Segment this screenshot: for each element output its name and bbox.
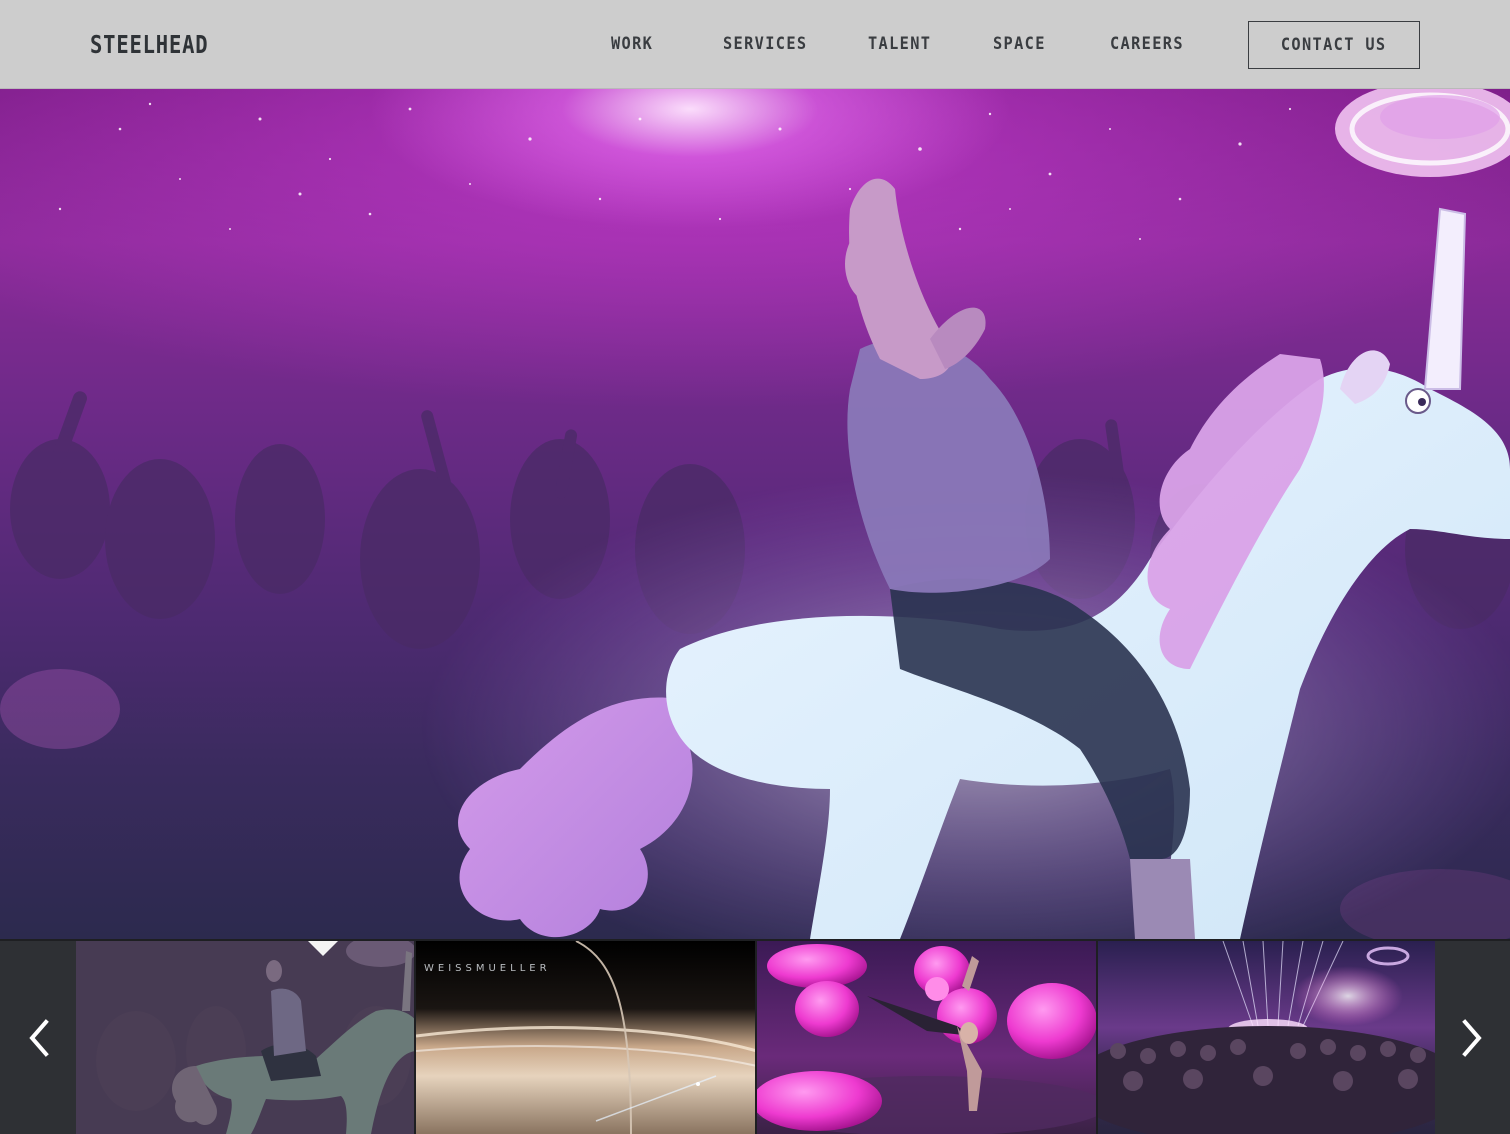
site-header: STEELHEAD WORK SERVICES TALENT SPACE CAR… [0, 0, 1510, 89]
filmstrip: WEISSMUELLER [0, 939, 1510, 1134]
thumbnail-laser-concert[interactable] [1098, 941, 1435, 1134]
hero-image [0, 89, 1510, 939]
contact-us-button[interactable]: CONTACT US [1248, 21, 1420, 69]
unicorn-rider-thumbnail [76, 941, 414, 1134]
chevron-right-icon [1461, 1018, 1482, 1057]
planet [1335, 89, 1510, 177]
nav-space[interactable]: SPACE [993, 33, 1046, 55]
thumbnail-floating-jellybeans[interactable] [757, 941, 1098, 1134]
thumbnail-unicorn-rider[interactable] [76, 941, 416, 1134]
steelhead-logo[interactable]: STEELHEAD [90, 30, 208, 60]
hero-illustration [0, 89, 1510, 939]
prev-arrow-button[interactable] [0, 941, 76, 1134]
chevron-left-icon [29, 1018, 49, 1057]
unicorn-horn [1423, 207, 1467, 390]
thumbnail-planet-ring[interactable]: WEISSMUELLER [416, 941, 757, 1134]
floating-jellybeans-thumbnail [757, 941, 1096, 1134]
nav-careers[interactable]: CAREERS [1110, 33, 1184, 55]
nav-work[interactable]: WORK [611, 33, 653, 55]
stars [58, 102, 1292, 240]
contact-us-label: CONTACT US [1281, 35, 1387, 55]
active-thumbnail-marker [308, 941, 338, 956]
nav-talent[interactable]: TALENT [868, 33, 931, 55]
thumbnail-caption: WEISSMUELLER [424, 963, 551, 974]
nav-services[interactable]: SERVICES [723, 33, 808, 55]
next-arrow-button[interactable] [1435, 941, 1510, 1134]
laser-concert-thumbnail [1098, 941, 1435, 1134]
